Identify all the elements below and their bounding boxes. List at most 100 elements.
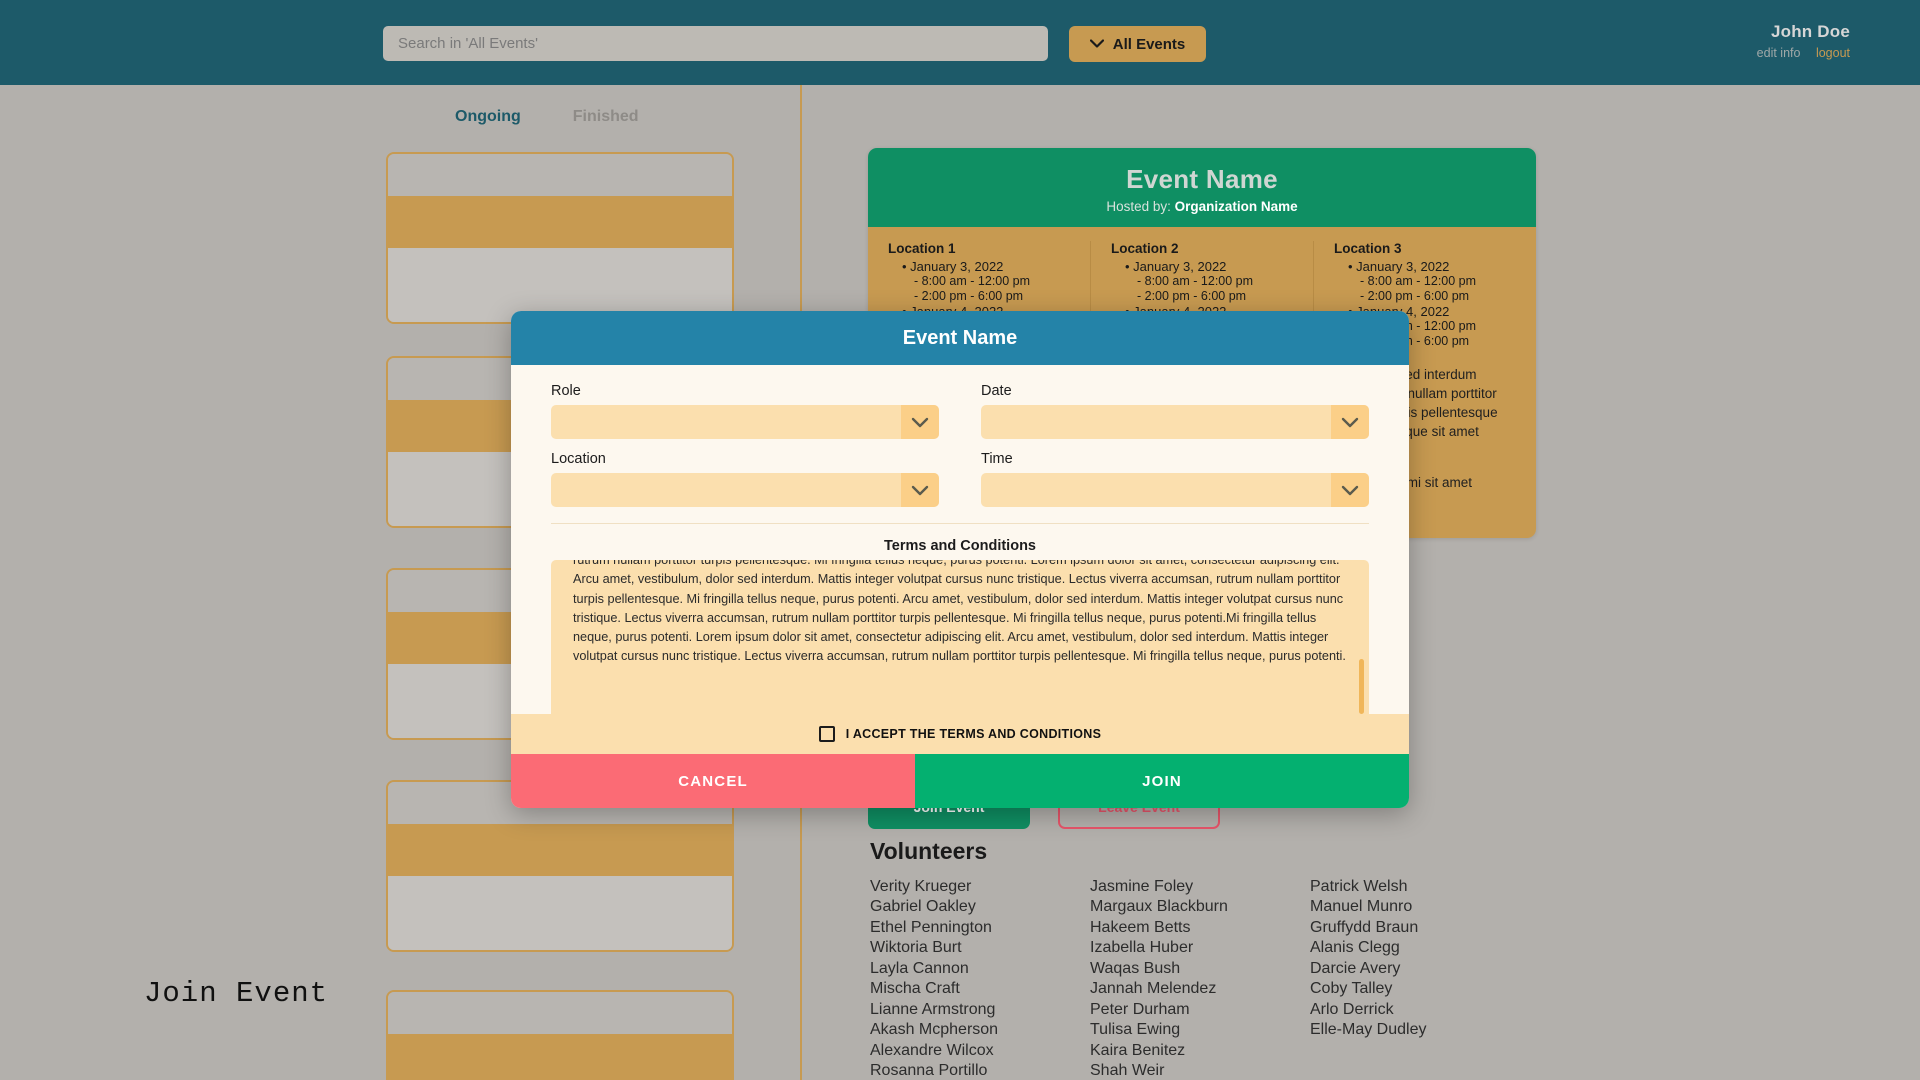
field-label-location: Location [551,451,606,467]
terms-paragraph: rutrum nullam porttitor turpis pellentes… [573,560,1340,567]
volunteer-name: Coby Talley [1310,980,1393,998]
location-select[interactable] [551,473,939,507]
accept-terms-checkbox[interactable] [818,726,835,742]
event-host: Hosted by: Organization Name [868,199,1536,214]
accept-terms-label: I ACCEPT THE TERMS AND CONDITIONS [845,727,1102,741]
location-date: • January 3, 2022 [902,259,1004,274]
role-select-chevron[interactable] [901,405,939,439]
location-time-slot: - 2:00 pm - 6:00 pm [914,289,1024,304]
field-location: Location [551,451,939,507]
cancel-button[interactable]: CANCEL [511,754,916,808]
role-select[interactable] [551,405,939,439]
volunteer-name: Tulisa Ewing [1090,1021,1181,1039]
field-label-date: Date [981,383,1012,399]
volunteer-name: Elle-May Dudley [1310,1021,1427,1039]
volunteer-name: Jasmine Foley [1090,878,1194,895]
volunteer-name: Gabriel Oakley [870,898,976,916]
location-name: Location 1 [888,241,956,256]
volunteer-name: Manuel Munro [1310,898,1413,916]
user-account-block: John Doe edit info logout [1757,22,1850,60]
volunteer-name: Margaux Blackburn [1090,898,1228,916]
volunteer-name: Gruffydd Braun [1310,918,1419,936]
field-role: Role [551,383,939,439]
time-select[interactable] [981,473,1369,507]
volunteer-name: Wiktoria Burt [870,939,962,957]
volunteer-name: Patrick Welsh [1310,878,1408,895]
volunteer-name: Lianne Armstrong [870,1000,996,1018]
volunteer-name: Rosanna Portillo [870,1062,988,1080]
location-select-chevron[interactable] [901,473,939,507]
volunteer-column: Jasmine Foley Margaux Blackburn Hakeem Bet… [1090,877,1310,1080]
search-input[interactable] [383,26,1048,61]
tab-ongoing[interactable]: Ongoing [455,108,521,126]
volunteer-name: Peter Durham [1090,1000,1190,1018]
volunteer-name: Izabella Huber [1090,939,1194,957]
terms-scroll-box[interactable]: rutrum nullam porttitor turpis pellentes… [551,560,1369,720]
location-time-slot: - 2:00 pm - 6:00 pm [1137,289,1247,304]
all-events-label: All Events [1112,35,1186,53]
join-button[interactable]: JOIN [915,754,1409,808]
date-select-chevron[interactable] [1331,405,1369,439]
field-label-role: Role [551,383,581,399]
volunteer-name: Darcie Avery [1310,959,1401,977]
volunteers-columns: Verity Krueger Gabriel Oakley Ethel Pennin… [870,877,1610,1080]
logout-link[interactable]: logout [1816,46,1850,60]
card-mid-bar [388,1034,732,1080]
location-name: Location 2 [1111,241,1179,256]
volunteer-name: Akash Mcpherson [870,1021,999,1039]
app-header: All Events John Doe edit info logout [0,0,1920,85]
card-mid-bar [388,824,732,876]
modal-title: Event Name [902,326,1018,349]
app-root: All Events John Doe edit info logout Ong… [0,0,1920,1080]
volunteer-column: Patrick Welsh Manuel Munro Gruffydd Braun A… [1310,877,1530,1080]
all-events-dropdown-button[interactable]: All Events [1069,26,1206,62]
date-select[interactable] [981,405,1369,439]
terms-heading: Terms and Conditions [884,538,1036,554]
event-card-placeholder[interactable] [386,990,734,1080]
volunteer-name: Mischa Craft [870,980,960,998]
volunteer-name: Kaira Benitez [1090,1041,1186,1059]
volunteer-name: Shah Weir [1090,1062,1165,1080]
card-bottom-bar [388,876,732,950]
page-title: Join Event [144,977,329,1010]
accept-terms-row: I ACCEPT THE TERMS AND CONDITIONS [511,714,1409,754]
event-card-placeholder[interactable] [386,152,734,324]
volunteer-name: Ethel Pennington [870,918,992,936]
chevron-down-icon [1089,35,1104,53]
modal-action-buttons: CANCEL JOIN [511,754,1409,808]
terms-scrollbar-thumb[interactable] [1359,659,1364,714]
modal-divider [551,523,1369,524]
location-time-slot: - 8:00 am - 12:00 pm [1137,274,1254,289]
location-time-slot: - 8:00 am - 12:00 pm [914,274,1031,289]
volunteers-section: Volunteers Verity Krueger Gabriel Oakley E… [870,838,1610,1080]
card-top-bar [388,154,732,196]
location-time-slot: - 2:00 pm - 6:00 pm [1360,289,1470,304]
volunteer-name: Jannah Melendez [1090,980,1217,998]
volunteers-heading: Volunteers [870,838,988,864]
field-date: Date [981,383,1369,439]
terms-text: rutrum nullam porttitor turpis pellentes… [551,560,1369,667]
card-mid-bar [388,196,732,248]
tab-finished[interactable]: Finished [573,108,639,126]
join-event-modal: Event Name Role Date Location Time Terms… [511,311,1409,808]
event-detail-header: Event Name Hosted by: Organization Name [868,148,1536,227]
volunteer-name: Waqas Bush [1090,959,1181,977]
event-title: Event Name [1126,164,1278,194]
modal-header: Event Name [511,311,1409,365]
location-date: • January 3, 2022 [1348,259,1450,274]
modal-form: Role Date Location Time [511,365,1409,507]
volunteer-name: Alanis Clegg [1310,939,1400,957]
volunteer-name: Layla Cannon [870,959,969,977]
time-select-chevron[interactable] [1331,473,1369,507]
terms-paragraph: Arcu amet, vestibulum, dolor sed interdu… [573,572,1346,664]
edit-info-link[interactable]: edit info [1757,46,1801,60]
location-name: Location 3 [1334,241,1402,256]
hosted-by-prefix: Hosted by: [1106,199,1175,214]
location-time-slot: - 8:00 am - 12:00 pm [1360,274,1477,289]
volunteer-name: Hakeem Betts [1090,918,1191,936]
event-list-tabs: Ongoing Finished [455,108,639,126]
organization-name: Organization Name [1174,199,1298,214]
card-top-bar [388,992,732,1034]
field-time: Time [981,451,1369,507]
volunteer-name: Verity Krueger [870,878,972,895]
